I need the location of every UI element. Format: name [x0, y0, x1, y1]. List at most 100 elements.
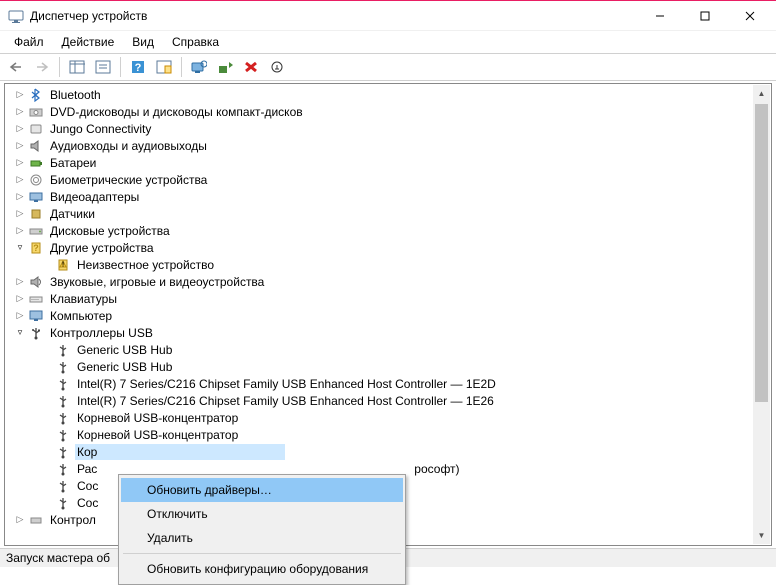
action-button[interactable]: [152, 56, 176, 78]
close-button[interactable]: [727, 1, 772, 30]
ctx-update-drivers[interactable]: Обновить драйверы…: [121, 478, 403, 502]
chevron-right-icon[interactable]: ▷: [13, 275, 27, 289]
context-menu-label: Отключить: [147, 507, 208, 521]
menu-file[interactable]: Файл: [6, 33, 52, 52]
display-adapter-icon: [28, 189, 44, 205]
category-display[interactable]: ▷ Видеоадаптеры: [7, 188, 771, 205]
chevron-right-icon[interactable]: ▷: [13, 156, 27, 170]
category-bluetooth[interactable]: ▷ Bluetooth: [7, 86, 771, 103]
tree-label: DVD-дисководы и дисководы компакт-дисков: [48, 104, 305, 120]
category-sound[interactable]: ▷ Звуковые, игровые и видеоустройства: [7, 273, 771, 290]
minimize-button[interactable]: [637, 1, 682, 30]
category-disk-drives[interactable]: ▷ Дисковые устройства: [7, 222, 771, 239]
enable-disable-button[interactable]: [265, 56, 289, 78]
back-button[interactable]: [4, 56, 28, 78]
scroll-down-button[interactable]: ▼: [753, 527, 770, 544]
device-root-hub[interactable]: Корневой USB-концентратор: [7, 409, 771, 426]
chevron-right-icon[interactable]: ▷: [13, 224, 27, 238]
tree-label: Jungo Connectivity: [48, 121, 153, 137]
tree-label: Контроллеры USB: [48, 325, 155, 341]
properties-button[interactable]: [91, 56, 115, 78]
bluetooth-icon: [28, 87, 44, 103]
chevron-right-icon[interactable]: ▷: [13, 139, 27, 153]
tree-label: Корневой USB-концентратор: [75, 427, 240, 443]
device-unknown[interactable]: ! Неизвестное устройство: [7, 256, 771, 273]
chevron-right-icon[interactable]: ▷: [13, 292, 27, 306]
usb-icon: [55, 410, 71, 426]
scan-hardware-button[interactable]: [187, 56, 211, 78]
keyboard-icon: [28, 291, 44, 307]
update-driver-button[interactable]: [213, 56, 237, 78]
tree-label: Generic USB Hub: [75, 359, 174, 375]
show-hide-tree-button[interactable]: [65, 56, 89, 78]
chevron-right-icon[interactable]: ▷: [13, 122, 27, 136]
uninstall-button[interactable]: [239, 56, 263, 78]
help-button[interactable]: ?: [126, 56, 150, 78]
unknown-category-icon: ?: [28, 240, 44, 256]
context-menu-label: Обновить конфигурацию оборудования: [147, 562, 368, 576]
chevron-right-icon[interactable]: ▷: [13, 190, 27, 204]
menu-view[interactable]: Вид: [124, 33, 162, 52]
sound-icon: [28, 274, 44, 290]
tree-label: Батареи: [48, 155, 98, 171]
category-batteries[interactable]: ▷ Батареи: [7, 154, 771, 171]
device-root-hub[interactable]: Корневой USB-концентратор: [7, 426, 771, 443]
menu-help[interactable]: Справка: [164, 33, 227, 52]
category-dvd[interactable]: ▷ DVD-дисководы и дисководы компакт-диск…: [7, 103, 771, 120]
device-usb-hub[interactable]: Generic USB Hub: [7, 341, 771, 358]
category-biometric[interactable]: ▷ Биометрические устройства: [7, 171, 771, 188]
category-usb[interactable]: ▿ Контроллеры USB: [7, 324, 771, 341]
category-audio-io[interactable]: ▷ Аудиовходы и аудиовыходы: [7, 137, 771, 154]
titlebar: Диспетчер устройств: [0, 1, 776, 31]
menu-action[interactable]: Действие: [54, 33, 123, 52]
category-keyboards[interactable]: ▷ Клавиатуры: [7, 290, 771, 307]
fingerprint-icon: [28, 172, 44, 188]
ctx-delete[interactable]: Удалить: [121, 526, 403, 550]
scrollbar-thumb[interactable]: [755, 104, 768, 402]
toolbar-separator: [59, 57, 60, 77]
scroll-up-button[interactable]: ▲: [753, 85, 770, 102]
window-title: Диспетчер устройств: [30, 9, 637, 23]
tree-label: Неизвестное устройство: [75, 257, 216, 273]
tree-label: Компьютер: [48, 308, 114, 324]
category-jungo[interactable]: ▷ Jungo Connectivity: [7, 120, 771, 137]
device-icon: [28, 512, 44, 528]
status-text: Запуск мастера об: [6, 551, 110, 565]
chevron-right-icon[interactable]: ▷: [13, 173, 27, 187]
tree-label: Intel(R) 7 Series/C216 Chipset Family US…: [75, 393, 496, 409]
chevron-right-icon[interactable]: ▷: [13, 207, 27, 221]
scrollbar-track[interactable]: [753, 102, 770, 527]
vertical-scrollbar[interactable]: ▲ ▼: [753, 85, 770, 544]
toolbar-separator: [181, 57, 182, 77]
tree-label: Другие устройства: [48, 240, 156, 256]
ctx-disable[interactable]: Отключить: [121, 502, 403, 526]
window-controls: [637, 1, 772, 30]
category-other-devices[interactable]: ▿ ? Другие устройства: [7, 239, 771, 256]
chevron-right-icon[interactable]: ▷: [13, 88, 27, 102]
chevron-right-icon[interactable]: ▷: [13, 513, 27, 527]
forward-button[interactable]: [30, 56, 54, 78]
chevron-right-icon[interactable]: ▷: [13, 105, 27, 119]
category-computer[interactable]: ▷ Компьютер: [7, 307, 771, 324]
chevron-down-icon[interactable]: ▿: [13, 241, 27, 255]
monitor-icon: [28, 308, 44, 324]
device-root-hub-selected[interactable]: Кор: [7, 443, 771, 460]
tree-label: Bluetooth: [48, 87, 103, 103]
ctx-refresh-hardware[interactable]: Обновить конфигурацию оборудования: [121, 557, 403, 581]
usb-icon: [55, 359, 71, 375]
chevron-down-icon[interactable]: ▿: [13, 326, 27, 340]
context-menu-separator: [123, 553, 401, 554]
tree-label: Сос: [75, 478, 100, 494]
device-intel-usb-1e2d[interactable]: Intel(R) 7 Series/C216 Chipset Family US…: [7, 375, 771, 392]
category-sensors[interactable]: ▷ Датчики: [7, 205, 771, 222]
usb-icon: [55, 444, 71, 460]
device-intel-usb-1e26[interactable]: Intel(R) 7 Series/C216 Chipset Family US…: [7, 392, 771, 409]
usb-icon: [55, 376, 71, 392]
maximize-button[interactable]: [682, 1, 727, 30]
device-usb-hub[interactable]: Generic USB Hub: [7, 358, 771, 375]
chevron-right-icon[interactable]: ▷: [13, 309, 27, 323]
svg-text:?: ?: [33, 243, 39, 253]
context-menu: Обновить драйверы… Отключить Удалить Обн…: [118, 474, 406, 585]
toolbar-separator: [120, 57, 121, 77]
usb-icon: [55, 393, 71, 409]
